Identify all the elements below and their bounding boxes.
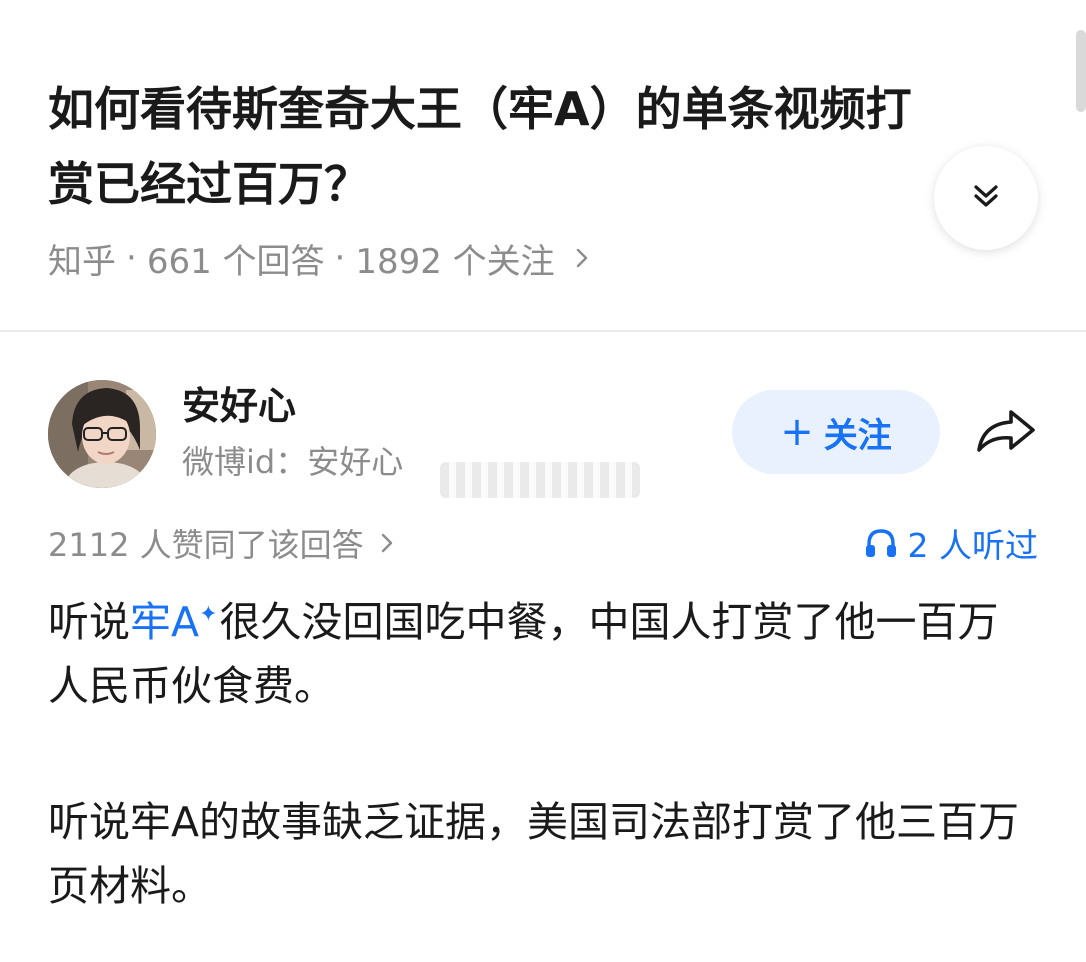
meta-separator: ·: [126, 238, 137, 278]
headphones-icon: [864, 527, 898, 559]
expand-question-button[interactable]: [934, 146, 1038, 250]
paragraph-text: 听说: [48, 598, 130, 646]
meta-separator: ·: [334, 238, 346, 278]
topic-link[interactable]: 牢A: [130, 598, 199, 646]
watermark: [440, 462, 640, 498]
plus-icon: +: [780, 409, 814, 455]
source-label: 知乎: [48, 241, 116, 282]
section-divider: [0, 330, 1086, 332]
answer-paragraph: 听说牢A的故事缺乏证据，美国司法部打赏了他三百万页材料。: [48, 798, 1020, 910]
question-meta[interactable]: 知乎 · 661 个回答 · 1892 个关注: [48, 232, 589, 284]
share-button[interactable]: [968, 400, 1044, 466]
author-name[interactable]: 安好心: [182, 380, 296, 432]
listened-count[interactable]: 2 人听过: [864, 518, 1039, 568]
listened-label: 2 人听过: [907, 526, 1039, 565]
author-bio: 微博id：安好心: [182, 443, 404, 481]
vote-count[interactable]: 2112 人赞同了该回答: [48, 518, 394, 568]
follower-count: 1892 个关注: [355, 241, 555, 282]
chevron-right-icon: [575, 247, 589, 269]
scrollbar[interactable]: [1076, 30, 1086, 112]
answer-body: 听说牢A✦很久没回国吃中餐，中国人打赏了他一百万人民币伙食费。 听说牢A的故事缺…: [48, 590, 1038, 918]
vote-count-label: 2112 人赞同了该回答: [48, 526, 364, 564]
question-title[interactable]: 如何看待斯奎奇大王（牢A）的单条视频打赏已经过百万？: [48, 72, 928, 222]
share-icon: [973, 406, 1039, 460]
follow-button[interactable]: + 关注: [732, 390, 940, 474]
answer-count: 661 个回答: [146, 241, 325, 282]
answer-paragraph: 听说牢A✦很久没回国吃中餐，中国人打赏了他一百万人民币伙食费。: [48, 590, 1038, 718]
avatar[interactable]: [48, 380, 156, 488]
follow-label: 关注: [823, 415, 892, 456]
chevron-right-icon: [380, 532, 394, 554]
topic-link-mark: ✦: [199, 602, 218, 628]
chevron-double-down-icon: [970, 180, 1002, 216]
